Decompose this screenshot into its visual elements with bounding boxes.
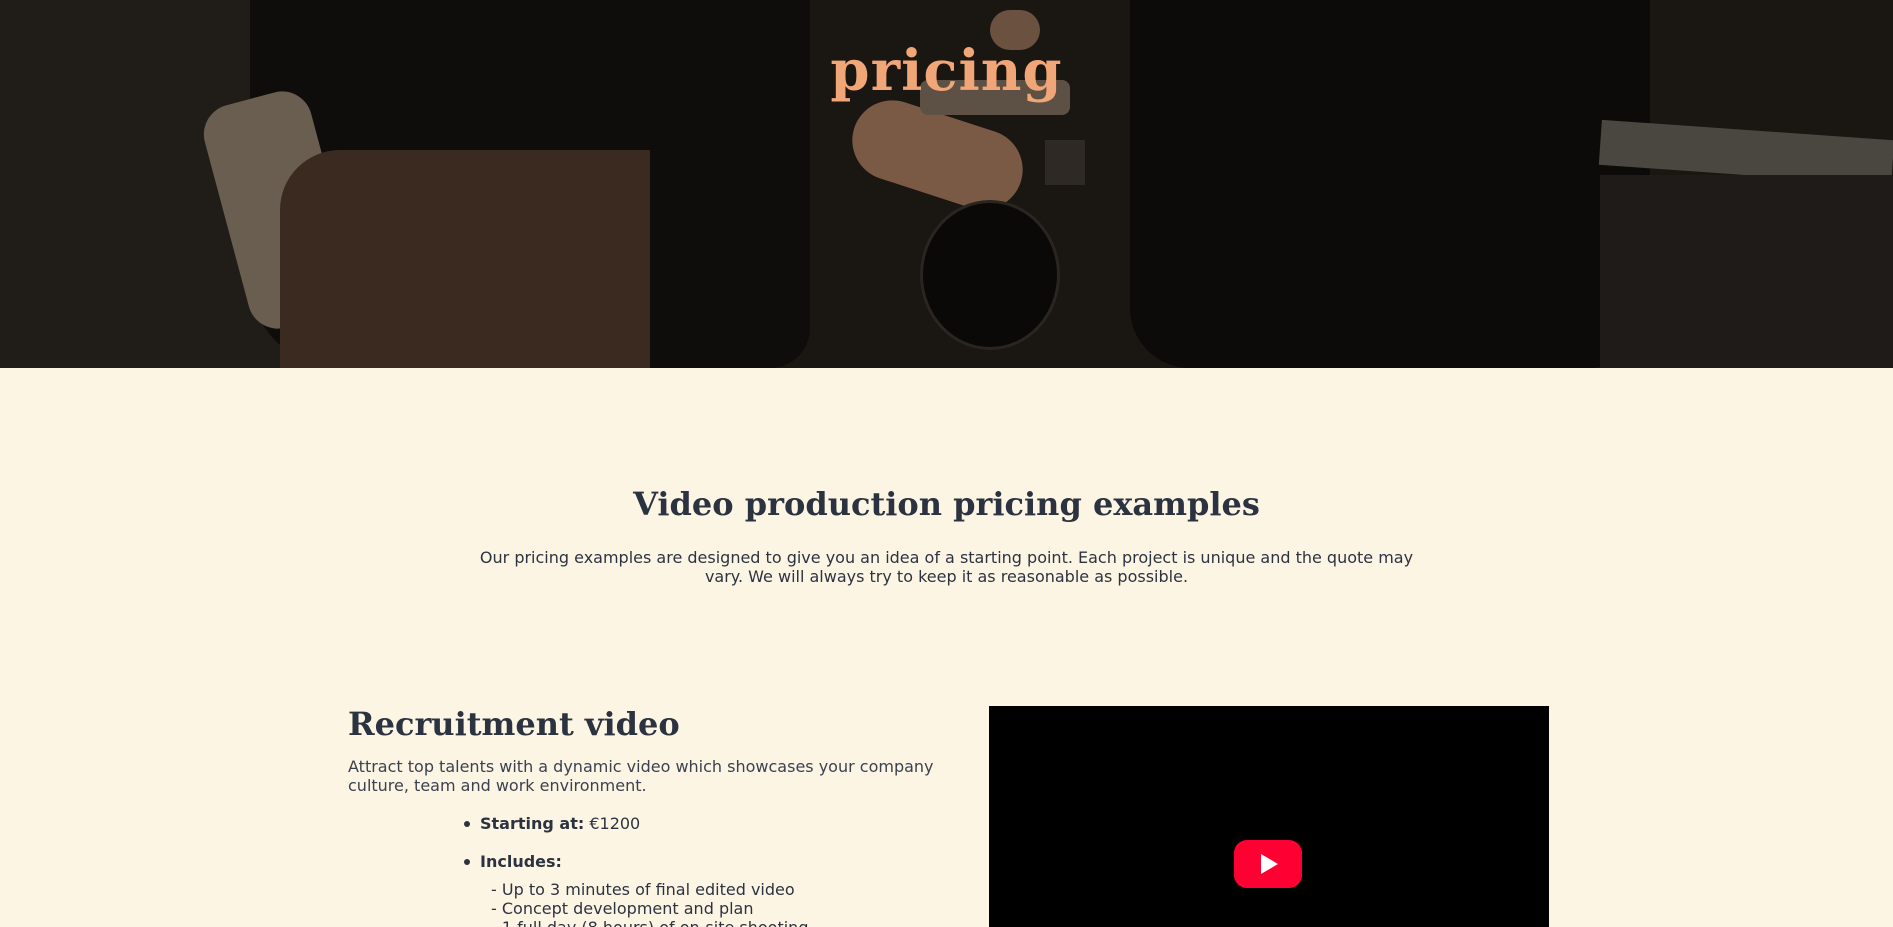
includes-label: Includes: xyxy=(480,852,562,871)
hero-background-shape xyxy=(920,200,1060,350)
starting-price-value: €1200 xyxy=(584,814,641,833)
includes-item: - 1 full day (8 hours) of on-site shooti… xyxy=(491,918,911,927)
page-title: pricing xyxy=(830,38,1063,104)
starting-price-label: Starting at: xyxy=(480,814,585,833)
section-intro-text: Our pricing examples are designed to giv… xyxy=(479,548,1414,586)
list-item-starting-price: Starting at: €1200 xyxy=(462,814,932,833)
hero-background-shape xyxy=(1600,175,1893,368)
play-triangle-icon xyxy=(1261,854,1278,874)
recruitment-video-description: Attract top talents with a dynamic video… xyxy=(348,757,934,795)
hero-background-shape xyxy=(1045,140,1085,185)
hero-banner: pricing xyxy=(0,0,1893,368)
includes-item: - Concept development and plan xyxy=(491,899,754,918)
section-title: Video production pricing examples xyxy=(633,485,1260,523)
recruitment-video-title: Recruitment video xyxy=(348,705,680,743)
youtube-play-icon[interactable] xyxy=(1234,840,1302,888)
hero-background-shape xyxy=(280,150,650,368)
includes-list: - Up to 3 minutes of final edited video … xyxy=(491,880,911,927)
youtube-video-embed[interactable] xyxy=(989,706,1549,927)
list-item-includes: Includes: xyxy=(462,852,932,871)
pricing-details-list: Starting at: €1200 Includes: xyxy=(462,814,932,890)
includes-item: - Up to 3 minutes of final edited video xyxy=(491,880,795,899)
